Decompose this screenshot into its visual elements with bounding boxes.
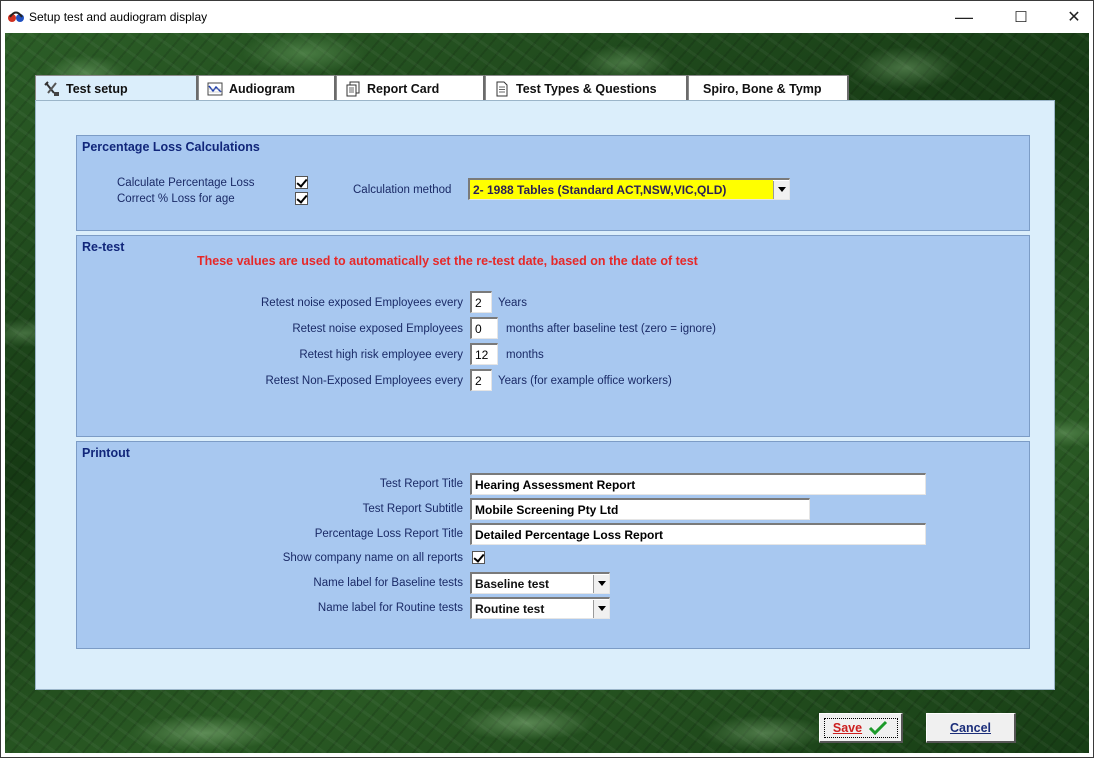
tab-test-setup[interactable]: Test setup [35,75,198,101]
retest-panel: Re-test These values are used to automat… [76,235,1030,437]
routine-label-label: Name label for Routine tests [317,602,463,614]
tab-report-card[interactable]: Report Card [336,75,485,101]
save-button[interactable]: Save [819,713,903,743]
cancel-button[interactable]: Cancel [926,713,1016,743]
panel-title: Percentage Loss Calculations [82,140,260,154]
routine-label-select[interactable]: Routine test [470,597,610,619]
tools-icon [44,80,59,96]
audiogram-chart-icon [207,82,223,95]
retest-after-baseline-input[interactable]: 0 [470,317,498,339]
test-report-subtitle-label: Test Report Subtitle [362,503,463,515]
calculation-method-select[interactable]: 2- 1988 Tables (Standard ACT,NSW,VIC,QLD… [468,178,790,200]
save-label: Save [832,720,863,735]
title-bar: Setup test and audiogram display — ☐ ✕ [1,1,1093,33]
tab-strip: Test setup Audiogram Report Card Test Ty… [35,75,849,101]
percentage-loss-report-title-label: Percentage Loss Report Title [314,528,463,540]
retest-exposed-every-unit: Years [498,297,527,309]
correct-loss-for-age-checkbox[interactable] [295,192,308,205]
test-report-title-input[interactable]: Hearing Assessment Report [470,473,926,495]
cancel-label: Cancel [950,720,991,735]
retest-non-exposed-input[interactable]: 2 [470,369,492,391]
calculate-percentage-loss-label: Calculate Percentage Loss [117,177,255,189]
close-button[interactable]: ✕ [1051,1,1094,33]
routine-label-value: Routine test [475,601,545,616]
retest-high-risk-unit: months [506,349,544,361]
baseline-label-value: Baseline test [475,576,550,591]
setup-window: Setup test and audiogram display — ☐ ✕ T… [0,0,1094,758]
tab-audiogram[interactable]: Audiogram [198,75,336,101]
document-icon [496,81,508,96]
tab-label: Test Types & Questions [516,81,657,96]
calculation-method-value: 2- 1988 Tables (Standard ACT,NSW,VIC,QLD… [470,180,773,199]
headphones-app-icon [8,11,24,22]
retest-high-risk-label: Retest high risk employee every [299,349,463,361]
chevron-down-icon[interactable] [593,599,609,618]
test-report-subtitle-input[interactable]: Mobile Screening Pty Ltd [470,498,810,520]
retest-exposed-every-input[interactable]: 2 [470,291,492,313]
tab-label: Audiogram [229,81,295,96]
printout-panel: Printout Test Report Title Hearing Asses… [76,441,1030,649]
show-company-name-checkbox[interactable] [472,551,485,564]
baseline-label-select[interactable]: Baseline test [470,572,610,594]
test-report-title-label: Test Report Title [379,478,463,490]
test-setup-page: Percentage Loss Calculations Calculate P… [35,100,1055,690]
percentage-loss-panel: Percentage Loss Calculations Calculate P… [76,135,1030,231]
chevron-down-icon[interactable] [773,180,789,199]
tab-spiro-bone-tymp[interactable]: Spiro, Bone & Tymp [688,75,849,101]
tab-label: Spiro, Bone & Tymp [703,81,822,96]
chevron-down-icon[interactable] [593,574,609,593]
maximize-button[interactable]: ☐ [998,1,1044,33]
checkmark-icon [869,720,888,735]
retest-high-risk-input[interactable]: 12 [470,343,498,365]
retest-non-exposed-label: Retest Non-Exposed Employees every [265,375,463,387]
retest-after-baseline-unit: months after baseline test (zero = ignor… [506,323,716,335]
minimize-button[interactable]: — [941,1,987,33]
tab-label: Test setup [66,81,128,96]
correct-loss-for-age-label: Correct % Loss for age [117,193,235,205]
panel-title: Re-test [82,240,125,254]
retest-exposed-every-label: Retest noise exposed Employees every [261,297,463,309]
report-card-icon [346,81,360,96]
calculate-percentage-loss-checkbox[interactable] [295,176,308,189]
tab-label: Report Card [367,81,440,96]
baseline-label-label: Name label for Baseline tests [313,577,463,589]
panel-title: Printout [82,446,130,460]
percentage-loss-report-title-input[interactable]: Detailed Percentage Loss Report [470,523,926,545]
retest-note: These values are used to automatically s… [197,254,698,268]
window-title: Setup test and audiogram display [29,10,208,24]
retest-non-exposed-unit: Years (for example office workers) [498,375,672,387]
tab-test-types-questions[interactable]: Test Types & Questions [485,75,688,101]
retest-after-baseline-label: Retest noise exposed Employees [292,323,463,335]
calculation-method-label: Calculation method [353,184,452,196]
show-company-name-label: Show company name on all reports [282,552,463,564]
